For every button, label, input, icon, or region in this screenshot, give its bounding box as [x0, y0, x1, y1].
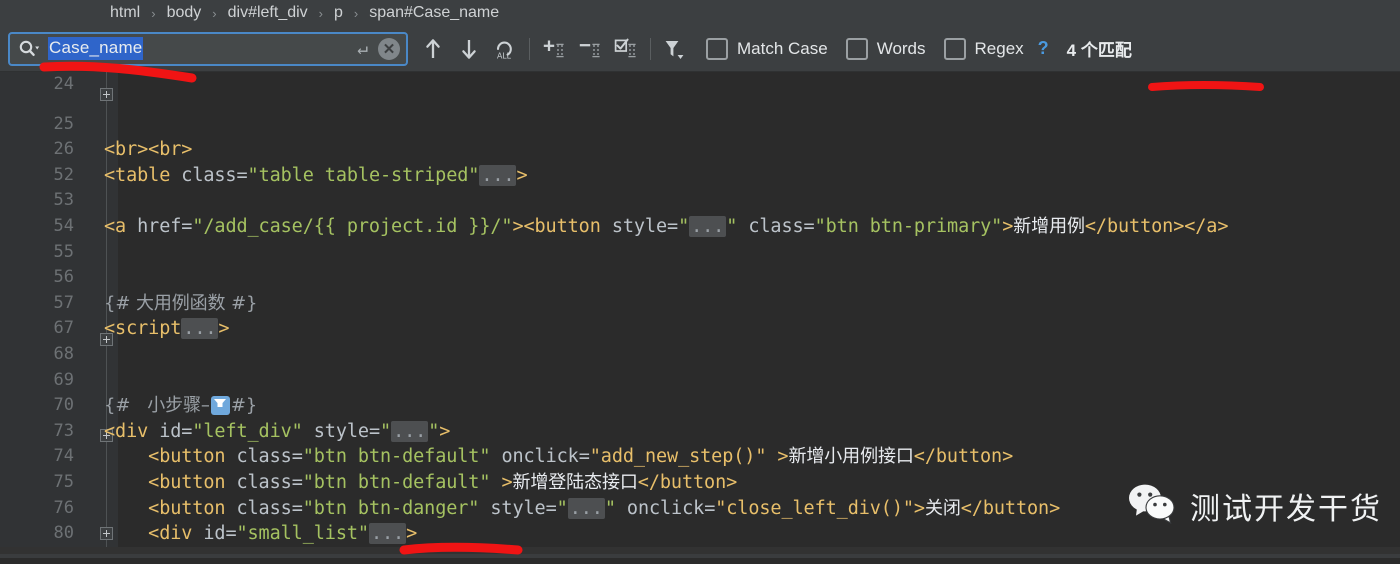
- toolbar-divider: [529, 37, 530, 60]
- code-line-56[interactable]: 56 {# 大用例函数 #}: [0, 240, 1400, 314]
- option-regex[interactable]: Regex: [943, 37, 1024, 60]
- code-line-26[interactable]: 26 <table class="table table-striped"...…: [0, 112, 1400, 186]
- filter-icon[interactable]: [658, 32, 692, 66]
- search-icon[interactable]: [18, 39, 40, 59]
- match-count-label: 4 个匹配: [1066, 41, 1132, 60]
- breadcrumb: html › body › div#left_div › p › span#Ca…: [0, 0, 1400, 26]
- breadcrumb-item-body[interactable]: body: [167, 4, 202, 22]
- regex-label: Regex: [974, 38, 1024, 58]
- prev-match-icon[interactable]: [416, 32, 450, 66]
- wechat-icon: [1126, 482, 1178, 530]
- regex-checkbox[interactable]: [943, 37, 966, 60]
- breadcrumb-item-p[interactable]: p: [334, 4, 343, 22]
- breadcrumb-separator-icon: ›: [212, 5, 217, 21]
- words-checkbox[interactable]: [845, 37, 868, 60]
- search-input-wrapper[interactable]: Case_name ↵ ✕: [8, 31, 408, 66]
- add-selection-icon[interactable]: [537, 32, 571, 66]
- breadcrumb-item-div-left-div[interactable]: div#left_div: [228, 4, 308, 22]
- code-line-74[interactable]: 74 <button class="btn btn-default" >新增登陆…: [0, 419, 1400, 493]
- code-line-52[interactable]: 52: [0, 137, 1400, 185]
- svg-text:ALL: ALL: [497, 51, 512, 60]
- toolbar-divider: [650, 37, 651, 60]
- search-input-value: Case_name: [48, 37, 144, 60]
- code-line-25[interactable]: 25 <br><br>: [0, 86, 1400, 161]
- regex-help-icon[interactable]: ?: [1038, 38, 1049, 59]
- match-case-checkbox[interactable]: [706, 37, 728, 60]
- code-line-75[interactable]: 75 <button class="btn btn-danger" style=…: [0, 444, 1400, 519]
- search-input[interactable]: Case_name: [48, 37, 357, 60]
- match-case-label: Match Case: [737, 38, 828, 58]
- code-line-73[interactable]: 73 <button class="btn btn-default" oncli…: [0, 393, 1400, 468]
- code-editor[interactable]: 24 25 <br><br> 26 <table class="table ta…: [0, 72, 1400, 558]
- breadcrumb-item-span-case-name[interactable]: span#Case_name: [369, 4, 499, 22]
- code-line-53[interactable]: 53 <a href="/add_case/{{ project.id }}/"…: [0, 163, 1400, 237]
- code-line-68[interactable]: 68: [0, 316, 1400, 364]
- breadcrumb-separator-icon: ›: [353, 5, 359, 21]
- watermark-text: 测试开发干货: [1190, 492, 1382, 527]
- option-match-case[interactable]: Match Case: [706, 37, 828, 60]
- breadcrumb-item-html[interactable]: html: [110, 4, 140, 22]
- enter-key-icon: ↵: [357, 37, 368, 59]
- select-all-checkbox-icon[interactable]: [609, 32, 643, 66]
- code-line-57[interactable]: 57 <script... >: [0, 265, 1400, 340]
- find-toolbar-icons: ALL: [416, 32, 692, 66]
- select-all-occurrences-icon[interactable]: ALL: [488, 32, 522, 66]
- next-match-icon[interactable]: [452, 32, 486, 66]
- code-line-24[interactable]: 24: [0, 72, 1400, 93]
- find-toolbar: Case_name ↵ ✕ ALL Match Case Words Regex…: [0, 26, 1400, 72]
- code-line-54[interactable]: 54: [0, 188, 1400, 236]
- find-options: Match Case Words Regex ? 4 个匹配: [706, 36, 1132, 61]
- breadcrumb-separator-icon: ›: [318, 5, 324, 21]
- watermark: 测试开发干货: [1126, 482, 1382, 530]
- code-line-70[interactable]: 70 <div id="left_div" style="... ">: [0, 368, 1400, 442]
- horizontal-scrollbar[interactable]: [0, 554, 1400, 558]
- words-label: Words: [876, 38, 926, 58]
- remove-selection-icon[interactable]: [573, 32, 607, 66]
- code-line-67[interactable]: 67: [0, 291, 1400, 338]
- code-line-69[interactable]: 69 {# 小步骤– #}: [0, 342, 1400, 417]
- breadcrumb-separator-icon: ›: [151, 5, 156, 21]
- option-words[interactable]: Words: [845, 37, 926, 60]
- code-line-55[interactable]: 55: [0, 214, 1400, 262]
- clear-search-icon[interactable]: ✕: [378, 37, 400, 60]
- ide-window: html › body › div#left_div › p › span#Ca…: [0, 0, 1400, 558]
